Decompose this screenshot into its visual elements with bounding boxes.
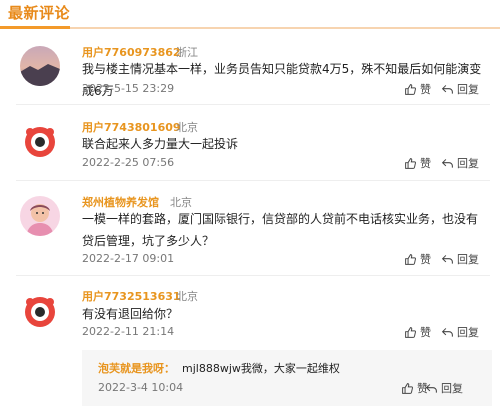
- comment-text: 一模一样的套路，厦门国际银行，信贷部的人贷前不电话核实业务，也没有贷后管理，坑了…: [82, 212, 479, 248]
- reply-label: 回复: [457, 83, 479, 96]
- nested-reply: 泡芙就是我呀： mjl888wjw我微，大家一起维权 2022-3-4 10:0…: [82, 350, 492, 406]
- reply-label: 回复: [457, 326, 479, 339]
- comment-location: 北京: [176, 290, 198, 303]
- reply-arrow-icon: [425, 383, 437, 393]
- reply-text: mjl888wjw我微，大家一起维权: [182, 362, 340, 375]
- avatar[interactable]: [20, 122, 60, 162]
- thumbs-up-icon: [405, 326, 416, 338]
- comment-divider: [16, 104, 490, 105]
- reply-arrow-icon: [441, 84, 453, 94]
- thumbs-up-icon: [405, 253, 416, 265]
- like-button[interactable]: 赞: [404, 155, 431, 171]
- comment-time: 2022-2-11 21:14: [82, 325, 175, 338]
- reply-button[interactable]: 回复: [425, 380, 463, 396]
- comment-time: 2022-2-25 07:56: [82, 156, 175, 169]
- like-button[interactable]: 赞: [404, 81, 431, 97]
- comment-text: 有没有退回给你？: [82, 307, 179, 321]
- like-label: 赞: [420, 83, 431, 96]
- reply-button[interactable]: 回复: [441, 251, 479, 267]
- like-label: 赞: [420, 326, 431, 339]
- like-button[interactable]: 赞: [404, 324, 431, 340]
- section-title: 最新评论: [8, 4, 71, 22]
- reply-button[interactable]: 回复: [441, 81, 479, 97]
- comment-time: 2022-5-15 23:29: [82, 82, 175, 95]
- reply-arrow-icon: [441, 158, 453, 168]
- header-accent-bar: [0, 26, 70, 29]
- reply-label: 回复: [441, 382, 463, 395]
- reply-arrow-icon: [441, 327, 453, 337]
- reply-button[interactable]: 回复: [441, 155, 479, 171]
- comment-text: 联合起来人多力量大一起投诉: [82, 137, 239, 151]
- comments-header: 最新评论: [0, 0, 500, 30]
- avatar[interactable]: [20, 46, 60, 86]
- comment-divider: [16, 180, 490, 181]
- like-label: 赞: [420, 157, 431, 170]
- reply-label: 回复: [457, 253, 479, 266]
- like-label: 赞: [420, 253, 431, 266]
- header-divider: [0, 27, 500, 29]
- reply-time: 2022-3-4 10:04: [98, 381, 184, 394]
- reply-username[interactable]: 泡芙就是我呀：: [98, 360, 175, 376]
- comment-username[interactable]: 用户7732513631: [82, 288, 181, 304]
- comment-time: 2022-2-17 09:01: [82, 252, 175, 265]
- thumbs-up-icon: [405, 83, 416, 95]
- reply-button[interactable]: 回复: [441, 324, 479, 340]
- thumbs-up-icon: [405, 157, 416, 169]
- like-button[interactable]: 赞: [404, 251, 431, 267]
- avatar[interactable]: [20, 292, 60, 332]
- thumbs-up-icon: [402, 382, 413, 394]
- avatar[interactable]: [20, 196, 60, 236]
- like-button[interactable]: 赞: [401, 380, 428, 396]
- comment-divider: [16, 275, 490, 276]
- reply-label: 回复: [457, 157, 479, 170]
- reply-arrow-icon: [441, 254, 453, 264]
